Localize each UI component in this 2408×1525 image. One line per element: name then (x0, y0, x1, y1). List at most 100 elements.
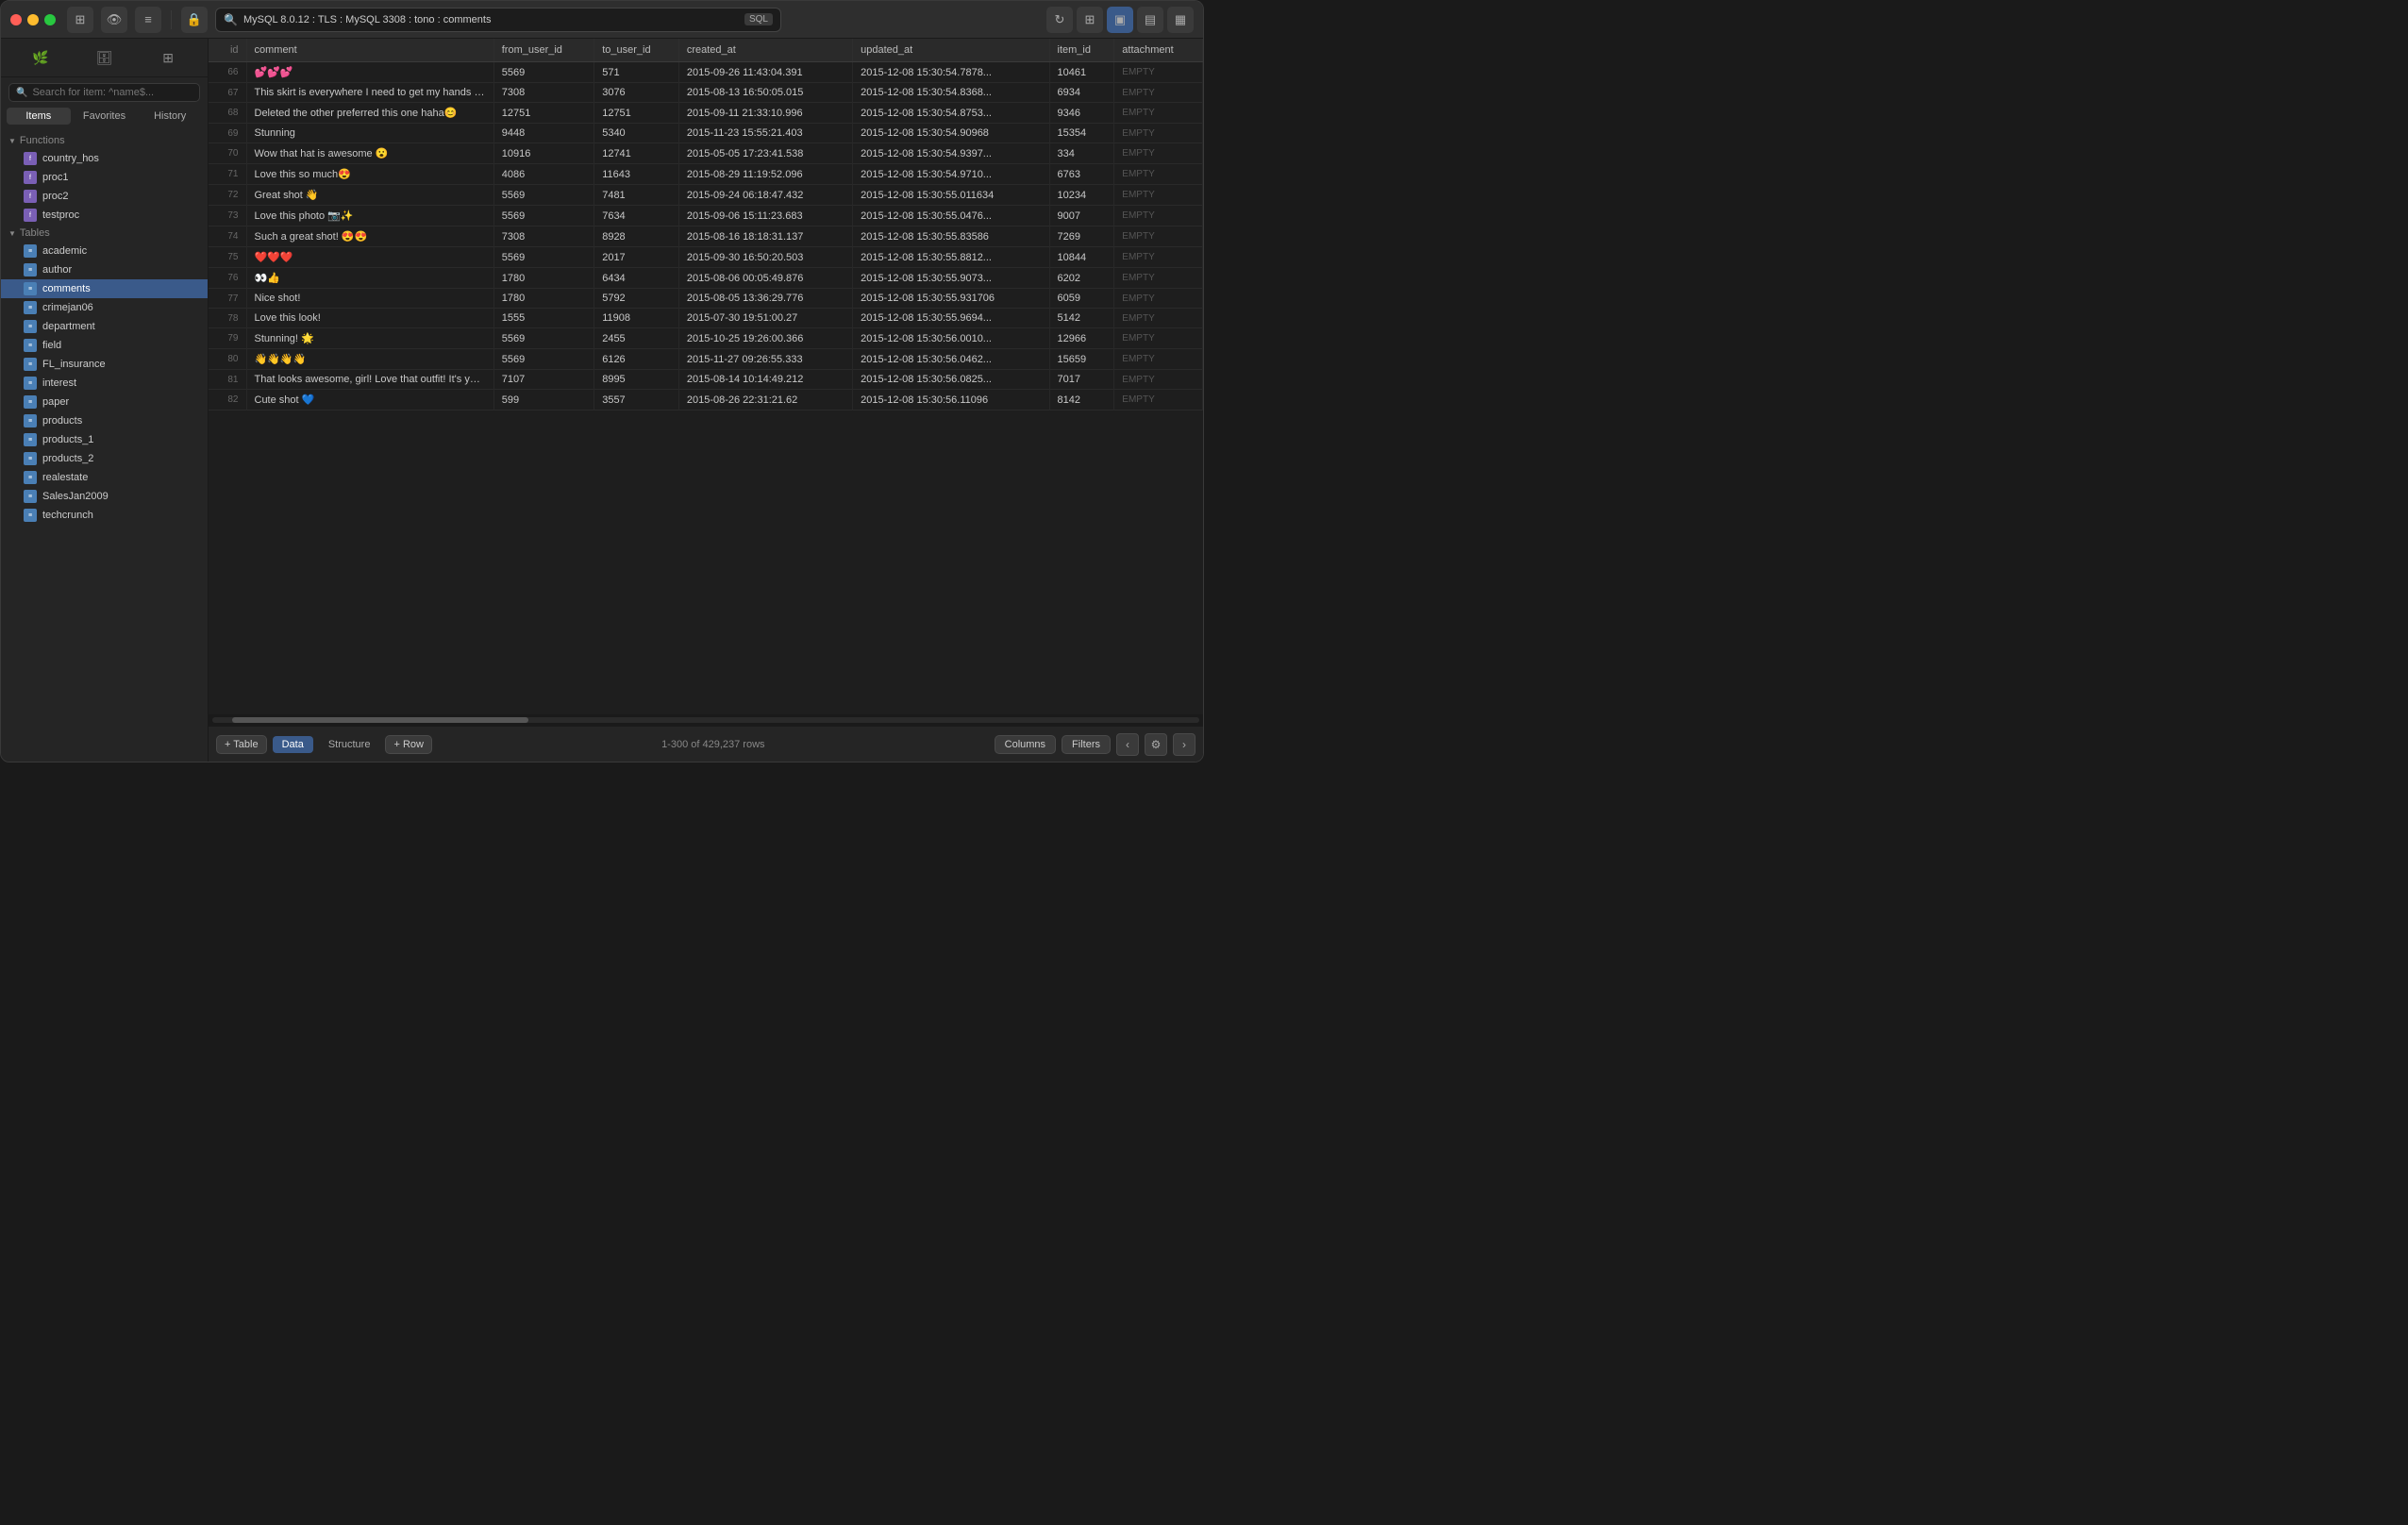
functions-section-header[interactable]: ▼ Functions (1, 132, 208, 149)
table-row[interactable]: 80👋👋👋👋556961262015-11-27 09:26:55.333201… (209, 349, 1203, 370)
col-created-at[interactable]: created_at (678, 39, 852, 62)
add-row-button[interactable]: + Row (385, 735, 432, 754)
cell-comment: Love this so much😍 (246, 164, 493, 185)
sidebar-item-comments[interactable]: ≡ comments (1, 279, 208, 298)
sidebar-item-testproc[interactable]: f testproc (1, 206, 208, 225)
sidebar-item-realestate[interactable]: ≡ realestate (1, 468, 208, 487)
scrollbar-thumb[interactable] (232, 717, 528, 723)
nav-next-button[interactable]: › (1173, 733, 1196, 756)
table-row[interactable]: 69Stunning944853402015-11-23 15:55:21.40… (209, 124, 1203, 143)
tab-data[interactable]: Data (273, 736, 313, 753)
table-row[interactable]: 72Great shot 👋556974812015-09-24 06:18:4… (209, 185, 1203, 206)
nav-prev-button[interactable]: ‹ (1116, 733, 1139, 756)
lock-icon[interactable]: 🔒 (181, 7, 208, 33)
sidebar-item-salesjan2009[interactable]: ≡ SalesJan2009 (1, 487, 208, 506)
database-icon[interactable]: 🗄 (91, 44, 117, 71)
sql-badge[interactable]: SQL (744, 13, 773, 25)
cell-id: 73 (209, 206, 246, 226)
table-row[interactable]: 70Wow that hat is awesome 😮1091612741201… (209, 143, 1203, 164)
sidebar-search-box[interactable]: 🔍 (8, 83, 200, 102)
cell-comment: ❤️❤️❤️ (246, 247, 493, 268)
sidebar-toggle-icon[interactable]: ⊞ (67, 7, 93, 33)
sidebar-item-proc1[interactable]: f proc1 (1, 168, 208, 187)
maximize-button[interactable] (44, 14, 56, 25)
table-row[interactable]: 66💕💕💕55695712015-09-26 11:43:04.3912015-… (209, 62, 1203, 83)
sidebar-item-department[interactable]: ≡ department (1, 317, 208, 336)
tab-favorites[interactable]: Favorites (73, 108, 137, 125)
table-row[interactable]: 81That looks awesome, girl! Love that ou… (209, 370, 1203, 390)
cell-comment: 👋👋👋👋 (246, 349, 493, 370)
sidebar-tabs: Items Favorites History (7, 108, 202, 125)
columns-button[interactable]: Columns (995, 735, 1056, 754)
table-icon: ≡ (24, 509, 37, 522)
table-row[interactable]: 75❤️❤️❤️556920172015-09-30 16:50:20.5032… (209, 247, 1203, 268)
database-tree-icon[interactable]: 🌿 (27, 44, 54, 71)
sidebar-item-products-2[interactable]: ≡ products_2 (1, 449, 208, 468)
table-row[interactable]: 71Love this so much😍4086116432015-08-29 … (209, 164, 1203, 185)
cell-attachment: EMPTY (1114, 83, 1203, 103)
func-icon: f (24, 209, 37, 222)
sidebar-item-proc2[interactable]: f proc2 (1, 187, 208, 206)
refresh-icon[interactable]: ↻ (1046, 7, 1073, 33)
grid-icon[interactable]: ⊞ (1077, 7, 1103, 33)
col-to-user-id[interactable]: to_user_id (594, 39, 679, 62)
horizontal-scrollbar[interactable] (209, 714, 1203, 726)
sidebar-item-paper[interactable]: ≡ paper (1, 393, 208, 411)
col-item-id[interactable]: item_id (1049, 39, 1114, 62)
tab-structure[interactable]: Structure (319, 736, 380, 753)
cell-comment: Stunning! 🌟 (246, 328, 493, 349)
col-id[interactable]: id (209, 39, 246, 62)
cell-created-at: 2015-05-05 17:23:41.538 (678, 143, 852, 164)
table-icon: ≡ (24, 282, 37, 295)
sidebar-item-interest[interactable]: ≡ interest (1, 374, 208, 393)
panel-icon[interactable]: ▤ (1137, 7, 1163, 33)
col-attachment[interactable]: attachment (1114, 39, 1203, 62)
sidebar-item-field[interactable]: ≡ field (1, 336, 208, 355)
cell-id: 77 (209, 289, 246, 309)
schema-icon[interactable]: ⊞ (155, 44, 181, 71)
table-row[interactable]: 68Deleted the other preferred this one h… (209, 103, 1203, 124)
tab-history[interactable]: History (138, 108, 202, 125)
split-view-icon[interactable]: ▣ (1107, 7, 1133, 33)
filters-button[interactable]: Filters (1062, 735, 1111, 754)
cell-id: 74 (209, 226, 246, 247)
list-icon[interactable]: ≡ (135, 7, 161, 33)
table-row[interactable]: 82Cute shot 💙59935572015-08-26 22:31:21.… (209, 390, 1203, 411)
cell-created-at: 2015-08-06 00:05:49.876 (678, 268, 852, 289)
cell-from-user_id: 7308 (493, 83, 594, 103)
sidebar-item-crimejan06[interactable]: ≡ crimejan06 (1, 298, 208, 317)
sidebar-item-fl-insurance[interactable]: ≡ FL_insurance (1, 355, 208, 374)
col-updated-at[interactable]: updated_at (853, 39, 1049, 62)
table-row[interactable]: 73Love this photo 📷✨556976342015-09-06 1… (209, 206, 1203, 226)
settings-icon[interactable]: ⚙ (1145, 733, 1167, 756)
table-row[interactable]: 77Nice shot!178057922015-08-05 13:36:29.… (209, 289, 1203, 309)
sidebar-search-input[interactable] (32, 87, 192, 98)
tables-section-header[interactable]: ▼ Tables (1, 225, 208, 242)
col-comment[interactable]: comment (246, 39, 493, 62)
eye-icon[interactable]: 👁 (101, 7, 127, 33)
table-row[interactable]: 76👀👍178064342015-08-06 00:05:49.8762015-… (209, 268, 1203, 289)
sidebar-item-techcrunch[interactable]: ≡ techcrunch (1, 506, 208, 525)
table-row[interactable]: 74Such a great shot! 😍😍730889282015-08-1… (209, 226, 1203, 247)
table-icon: ≡ (24, 395, 37, 409)
tab-items[interactable]: Items (7, 108, 71, 125)
sidebar-item-country-hos[interactable]: f country_hos (1, 149, 208, 168)
sidebar-item-products-1[interactable]: ≡ products_1 (1, 430, 208, 449)
sidebar-item-products[interactable]: ≡ products (1, 411, 208, 430)
minimize-button[interactable] (27, 14, 39, 25)
add-table-button[interactable]: + Table (216, 735, 267, 754)
layout-icon[interactable]: ▦ (1167, 7, 1194, 33)
close-button[interactable] (10, 14, 22, 25)
sidebar-item-author[interactable]: ≡ author (1, 260, 208, 279)
table-icon: ≡ (24, 490, 37, 503)
cell-created-at: 2015-08-16 18:18:31.137 (678, 226, 852, 247)
table-row[interactable]: 67This skirt is everywhere I need to get… (209, 83, 1203, 103)
cell-id: 66 (209, 62, 246, 83)
sidebar-item-academic[interactable]: ≡ academic (1, 242, 208, 260)
col-from-user-id[interactable]: from_user_id (493, 39, 594, 62)
table-icon: ≡ (24, 339, 37, 352)
table-row[interactable]: 78Love this look!1555119082015-07-30 19:… (209, 309, 1203, 328)
table-icon: ≡ (24, 358, 37, 371)
table-row[interactable]: 79Stunning! 🌟556924552015-10-25 19:26:00… (209, 328, 1203, 349)
data-table-container[interactable]: id comment from_user_id to_user_id creat… (209, 39, 1203, 714)
